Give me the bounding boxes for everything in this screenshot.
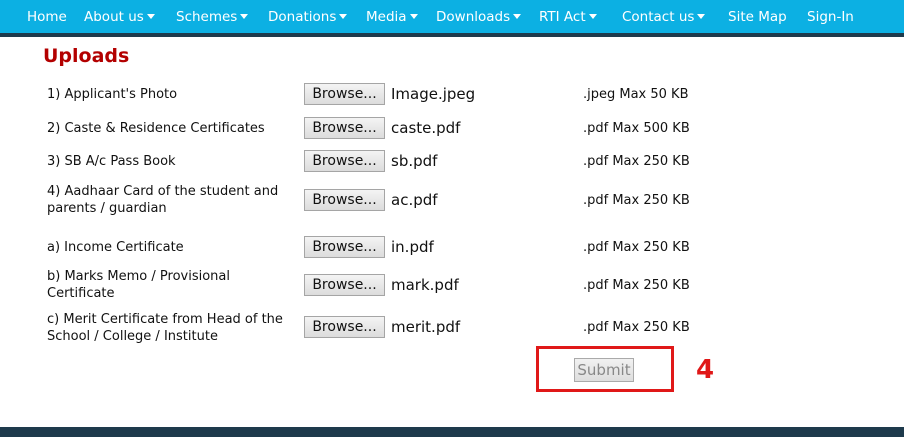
upload-label: 2) Caste & Residence Certificates — [47, 121, 265, 136]
nav-item-contact-us[interactable]: Contact us — [622, 0, 706, 33]
selected-file-name: mark.pdf — [391, 276, 459, 294]
caret-down-icon — [146, 14, 155, 19]
selected-file-name: ac.pdf — [391, 191, 438, 209]
nav-item-label: Schemes — [176, 9, 238, 25]
top-navigation-bar: Home About us Schemes Donations Media Do… — [0, 0, 904, 33]
nav-item-donations[interactable]: Donations — [268, 0, 348, 33]
selected-file-name: in.pdf — [391, 238, 434, 256]
nav-divider — [0, 33, 904, 37]
nav-item-downloads[interactable]: Downloads — [436, 0, 522, 33]
nav-item-label: Home — [27, 9, 67, 25]
nav-item-schemes[interactable]: Schemes — [176, 0, 249, 33]
caret-down-icon — [240, 14, 249, 19]
footer-bar — [0, 427, 904, 437]
nav-item-label: Contact us — [622, 9, 695, 25]
nav-item-home[interactable]: Home — [27, 0, 67, 33]
nav-item-media[interactable]: Media — [366, 0, 418, 33]
browse-button[interactable]: Browse... — [304, 83, 385, 105]
caret-down-icon — [697, 14, 706, 19]
caret-down-icon — [588, 14, 597, 19]
browse-button[interactable]: Browse... — [304, 236, 385, 258]
browse-button[interactable]: Browse... — [304, 316, 385, 338]
nav-item-label: Donations — [268, 9, 337, 25]
browse-button[interactable]: Browse... — [304, 150, 385, 172]
selected-file-name: Image.jpeg — [391, 85, 476, 103]
file-size-limit: .pdf Max 250 KB — [583, 154, 690, 169]
nav-item-about-us[interactable]: About us — [84, 0, 155, 33]
nav-item-label: Site Map — [728, 9, 787, 25]
browse-button[interactable]: Browse... — [304, 117, 385, 139]
submit-button[interactable]: Submit — [574, 358, 634, 382]
nav-item-site-map[interactable]: Site Map — [728, 0, 787, 33]
upload-label: 3) SB A/c Pass Book — [47, 154, 176, 169]
step-number-annotation: 4 — [696, 355, 715, 385]
file-size-limit: .pdf Max 500 KB — [583, 121, 690, 136]
upload-label: c) Merit Certificate from Head of the Sc… — [47, 312, 283, 344]
page-title: Uploads — [43, 45, 130, 67]
selected-file-name: sb.pdf — [391, 152, 438, 170]
caret-down-icon — [409, 14, 418, 19]
browse-button[interactable]: Browse... — [304, 189, 385, 211]
upload-label: b) Marks Memo / Provisional Certificate — [47, 269, 230, 301]
caret-down-icon — [339, 14, 348, 19]
nav-item-sign-in[interactable]: Sign-In — [807, 0, 854, 33]
upload-label: 1) Applicant's Photo — [47, 87, 178, 102]
caret-down-icon — [513, 14, 522, 19]
nav-item-label: Sign-In — [807, 9, 854, 25]
selected-file-name: merit.pdf — [391, 318, 461, 336]
nav-item-label: Media — [366, 9, 407, 25]
nav-item-label: RTI Act — [539, 9, 586, 25]
file-size-limit: .pdf Max 250 KB — [583, 240, 690, 255]
nav-item-rti-act[interactable]: RTI Act — [539, 0, 597, 33]
nav-item-label: Downloads — [436, 9, 511, 25]
selected-file-name: caste.pdf — [391, 119, 461, 137]
file-size-limit: .pdf Max 250 KB — [583, 320, 690, 335]
nav-item-label: About us — [84, 9, 144, 25]
file-size-limit: .pdf Max 250 KB — [583, 193, 690, 208]
file-size-limit: .pdf Max 250 KB — [583, 278, 690, 293]
upload-label: 4) Aadhaar Card of the student and paren… — [47, 184, 279, 216]
file-size-limit: .jpeg Max 50 KB — [583, 87, 689, 102]
upload-label: a) Income Certificate — [47, 240, 184, 255]
browse-button[interactable]: Browse... — [304, 274, 385, 296]
